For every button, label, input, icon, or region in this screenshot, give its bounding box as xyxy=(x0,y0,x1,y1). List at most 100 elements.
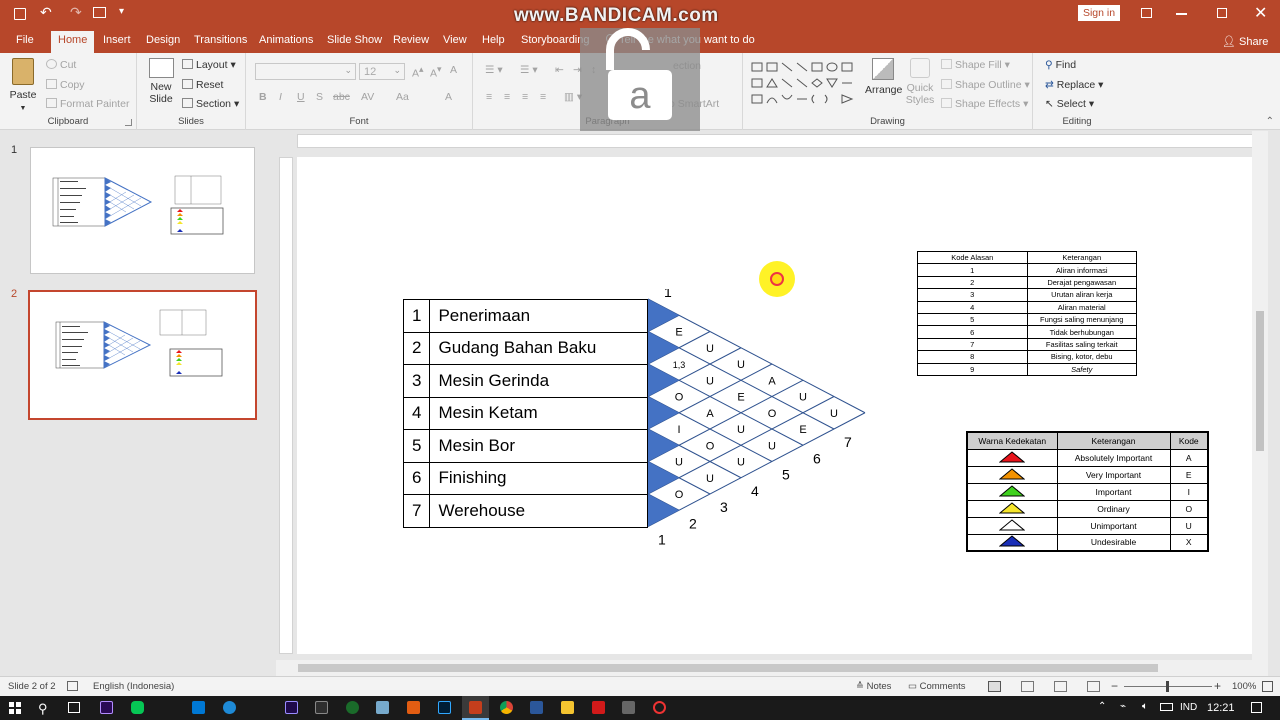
clock[interactable]: 12:21 xyxy=(1207,702,1235,714)
slide-sorter-icon[interactable] xyxy=(1021,681,1034,692)
font-size-select[interactable]: 12 ⌄ xyxy=(359,63,405,80)
spellcheck-icon[interactable] xyxy=(67,681,78,691)
minimize-icon[interactable] xyxy=(1176,13,1187,15)
shadow-button[interactable]: S xyxy=(316,91,323,103)
photoshop-icon[interactable] xyxy=(438,701,451,714)
normal-view-icon[interactable] xyxy=(988,681,1001,692)
save-icon[interactable] xyxy=(14,8,26,20)
activity-row[interactable]: 3 Mesin Gerinda xyxy=(402,364,648,398)
shape-fill-button[interactable]: Shape Fill ▾ xyxy=(941,59,1010,71)
tray-chevron-icon[interactable]: ⌃ xyxy=(1098,701,1106,712)
dialog-launcher-icon[interactable] xyxy=(125,119,132,126)
search-icon[interactable]: ⚲ xyxy=(38,701,48,717)
font-name-select[interactable]: ⌄ xyxy=(255,63,356,80)
slideshow-view-icon[interactable] xyxy=(1087,681,1100,692)
decrease-indent-button[interactable]: ⇤ xyxy=(555,64,564,76)
new-slide-button[interactable]: New Slide xyxy=(145,58,177,105)
bold-button[interactable]: B xyxy=(259,91,267,103)
strikethrough-button[interactable]: abc xyxy=(333,91,350,103)
tab-animations[interactable]: Animations xyxy=(259,34,313,46)
language-indicator[interactable]: English (Indonesia) xyxy=(93,681,174,692)
tab-slide-show[interactable]: Slide Show xyxy=(327,34,382,46)
activity-row[interactable]: 4 Mesin Ketam xyxy=(402,396,648,430)
notification-icon[interactable] xyxy=(1251,702,1262,713)
battery-icon[interactable] xyxy=(1160,703,1173,711)
tab-view[interactable]: View xyxy=(443,34,467,46)
select-button[interactable]: ↖ Select ▾ xyxy=(1045,98,1094,110)
undo-icon[interactable]: ↶ xyxy=(40,4,52,21)
redo-icon[interactable]: ↷ xyxy=(70,4,82,21)
font-color-button[interactable]: A xyxy=(445,91,452,103)
scroll-thumb[interactable] xyxy=(1256,311,1264,451)
replace-button[interactable]: ⇄ Replace ▾ xyxy=(1045,79,1103,91)
shape-effects-button[interactable]: Shape Effects ▾ xyxy=(941,98,1028,110)
bandicam-icon[interactable] xyxy=(653,701,666,714)
zoom-in-button[interactable]: + xyxy=(1214,679,1221,693)
sign-in-button[interactable]: Sign in xyxy=(1078,5,1120,21)
share-button[interactable]: 👤︎ Share xyxy=(1222,35,1268,48)
premiere-icon[interactable] xyxy=(100,701,113,714)
app-icon[interactable] xyxy=(622,701,635,714)
comments-button[interactable]: ▭ Comments xyxy=(908,681,966,692)
activity-row[interactable]: 1 Penerimaan xyxy=(402,299,648,333)
close-icon[interactable]: ✕ xyxy=(1254,3,1267,23)
tab-transitions[interactable]: Transitions xyxy=(194,34,247,46)
activity-table[interactable]: 1 Penerimaan 2 Gudang Bahan Baku 3 Mesin Geri… xyxy=(402,299,648,528)
shape-outline-button[interactable]: Shape Outline ▾ xyxy=(941,79,1030,91)
activity-row[interactable]: 5 Mesin Bor xyxy=(402,429,648,463)
shrink-font-button[interactable]: A▾ xyxy=(430,64,441,80)
tab-insert[interactable]: Insert xyxy=(103,34,131,46)
activity-row[interactable]: 6 Finishing xyxy=(402,461,648,495)
layout-button[interactable]: Layout ▾ xyxy=(182,59,236,71)
file-explorer-icon[interactable] xyxy=(561,701,574,714)
tab-design[interactable]: Design xyxy=(146,34,180,46)
volume-icon[interactable]: 🔈︎ xyxy=(1142,701,1148,712)
reading-view-icon[interactable] xyxy=(1054,681,1067,692)
bullets-button[interactable]: ☰ ▾ xyxy=(485,64,503,76)
slide-thumbnail-2[interactable] xyxy=(28,290,257,420)
scroll-thumb[interactable] xyxy=(298,664,1158,672)
underline-button[interactable]: U xyxy=(297,91,305,103)
quick-styles-button[interactable]: Quick Styles xyxy=(903,58,937,106)
mail-icon[interactable] xyxy=(192,701,205,714)
align-right-button[interactable]: ≡ xyxy=(522,91,528,103)
reason-code-table[interactable]: Kode Alasan Keterangan 1 Aliran informasi 2 D… xyxy=(917,250,1137,376)
italic-button[interactable]: I xyxy=(279,91,282,103)
horizontal-scrollbar[interactable] xyxy=(276,660,1252,676)
notepad-icon[interactable] xyxy=(376,701,389,714)
line-app-icon[interactable] xyxy=(131,701,144,714)
arrange-button[interactable]: Arrange xyxy=(865,58,902,96)
change-case-button[interactable]: Aa xyxy=(396,91,409,103)
fit-slide-icon[interactable] xyxy=(1262,681,1273,692)
align-center-button[interactable]: ≡ xyxy=(504,91,510,103)
tab-file[interactable]: File xyxy=(16,34,34,46)
zoom-slider[interactable] xyxy=(1124,681,1212,692)
zoom-slider-thumb[interactable] xyxy=(1166,681,1169,692)
activity-relationship-chart[interactable]: E1,3OIUOUUAOUUEUUAOUUEU12345671234567 xyxy=(642,289,882,549)
customize-qat-icon[interactable]: ▾ xyxy=(119,6,124,17)
ribbon-display-icon[interactable] xyxy=(1141,8,1152,18)
paste-button[interactable]: Paste ▼ xyxy=(8,58,38,120)
section-button[interactable]: Section ▾ xyxy=(182,98,239,110)
numbering-button[interactable]: ☰ ▾ xyxy=(520,64,538,76)
character-spacing-button[interactable]: AV xyxy=(361,91,374,103)
tab-review[interactable]: Review xyxy=(393,34,429,46)
present-icon[interactable] xyxy=(93,7,106,18)
clear-format-button[interactable]: A xyxy=(450,64,457,76)
closeness-legend-table[interactable]: Warna Kedekatan Keterangan Kode Absolutely … xyxy=(966,431,1209,552)
app-icon[interactable] xyxy=(346,701,359,714)
zoom-out-button[interactable]: − xyxy=(1111,679,1118,693)
activity-row[interactable]: 7 Werehouse xyxy=(402,494,648,528)
tab-help[interactable]: Help xyxy=(482,34,505,46)
windows-start-icon[interactable] xyxy=(9,702,21,714)
copy-button[interactable]: Copy xyxy=(46,79,85,91)
edge-icon[interactable] xyxy=(223,701,236,714)
task-view-icon[interactable] xyxy=(68,702,80,713)
reset-button[interactable]: Reset xyxy=(182,79,223,91)
notes-button[interactable]: ≙ Notes xyxy=(856,681,891,692)
align-left-button[interactable]: ≡ xyxy=(486,91,492,103)
collapse-ribbon-icon[interactable]: ⌃ xyxy=(1266,116,1274,127)
network-icon[interactable]: ⌁ xyxy=(1120,701,1126,712)
slide-thumbnail-1[interactable] xyxy=(30,147,255,274)
cut-button[interactable]: Cut xyxy=(46,59,76,71)
